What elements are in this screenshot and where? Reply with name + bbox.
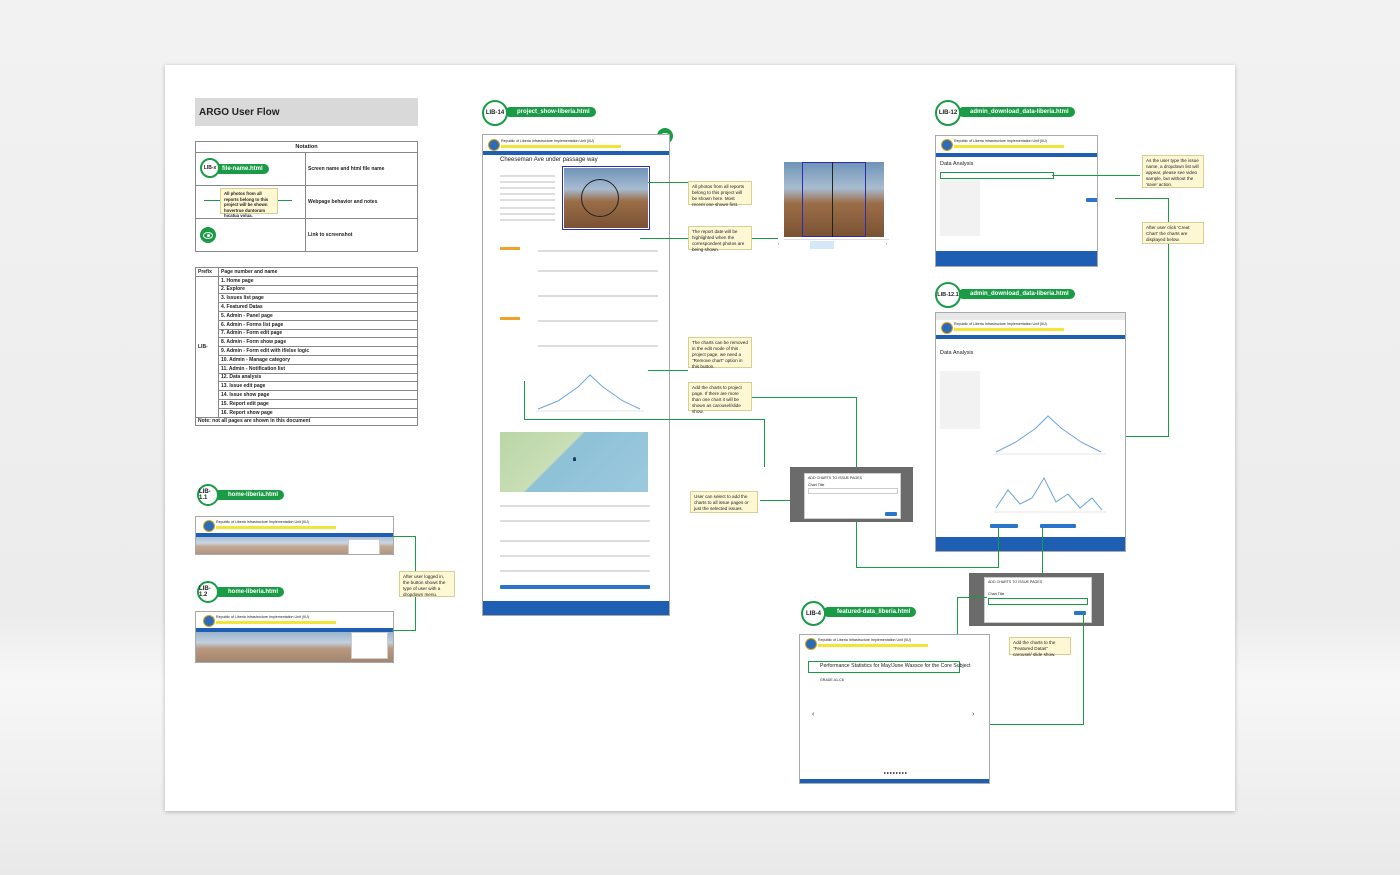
next-arrow[interactable]: › bbox=[886, 242, 887, 246]
issue-search-input[interactable] bbox=[940, 172, 1054, 179]
page-row: 2. Explore bbox=[218, 284, 418, 295]
eye-icon bbox=[200, 227, 216, 243]
carousel-prev-arrow[interactable]: ‹ bbox=[812, 711, 814, 718]
screen-code-circle: LIB-1.1 bbox=[197, 484, 219, 506]
org-name: Republic of Liberia Infrastructure Imple… bbox=[216, 520, 309, 524]
location-map[interactable] bbox=[500, 432, 648, 492]
chart-title-label: Chart Title bbox=[988, 592, 1005, 596]
logo bbox=[805, 638, 817, 650]
chart-title-label: Chart Title bbox=[808, 483, 825, 487]
page-row: 13. Issue edit page bbox=[218, 381, 418, 392]
carousel-next-arrow[interactable]: › bbox=[972, 711, 974, 718]
screen-code-circle: LIB-4 bbox=[801, 601, 826, 626]
page-row: 5. Admin - Panel page bbox=[218, 310, 418, 321]
org-name: Republic of Liberia Infrastructure Imple… bbox=[954, 322, 1047, 326]
page-row: 9. Admin - Form edit with if/else logic bbox=[218, 346, 418, 356]
chart-title-input[interactable] bbox=[808, 488, 898, 494]
page-row: 12. Data analysis bbox=[218, 372, 418, 383]
home-screenshot-2[interactable]: Republic of Liberia Infrastructure Imple… bbox=[195, 611, 394, 663]
screen-file-pill: featured-data_liberia.html bbox=[823, 607, 917, 617]
page-row: 7. Admin - Form edit page bbox=[218, 328, 418, 339]
org-name: Republic of Liberia Infrastructure Imple… bbox=[954, 139, 1047, 143]
page-row: 8. Admin - Form show page bbox=[218, 337, 418, 348]
logo bbox=[203, 615, 215, 627]
note-typeahead: As the user type the issue name, a dropd… bbox=[1142, 155, 1204, 188]
carousel-dots[interactable] bbox=[884, 772, 908, 774]
sample-note: All photos from all reports belong to th… bbox=[220, 188, 278, 218]
note-photos: All photos from all reports belong to th… bbox=[688, 181, 752, 207]
sample-code-circle: LIB-x bbox=[200, 158, 220, 178]
note-featured-carousel: Add the charts to the "Featured Datas" c… bbox=[1009, 637, 1071, 657]
data-analysis-charts-screenshot[interactable]: Republic of Liberia Infrastructure Imple… bbox=[935, 312, 1126, 552]
project-title: Cheeseman Ave under passage way bbox=[500, 157, 598, 163]
page-row: 6. Admin - Forms list page bbox=[218, 319, 418, 330]
dialog-title: ADD CHARTS TO ISSUE PAGES bbox=[808, 476, 863, 480]
screen-file-pill: admin_download_data-liberia.html bbox=[958, 107, 1075, 117]
notation-desc-1: Screen name and html file name bbox=[305, 152, 418, 186]
page-row: 15. Report edit page bbox=[218, 398, 418, 409]
screen-code-circle: LIB-12 bbox=[935, 100, 961, 126]
page-header: Page number and name bbox=[218, 267, 418, 277]
prefix-header: Prefix bbox=[195, 267, 219, 277]
logo bbox=[488, 139, 500, 151]
project-show-screenshot[interactable]: Republic of Liberia Infrastructure Imple… bbox=[482, 134, 670, 616]
screen-file-pill: home-liberia.html bbox=[214, 490, 285, 500]
screen-code-circle: LIB-1.2 bbox=[197, 581, 219, 603]
page-row: 1. Home page bbox=[218, 275, 418, 286]
chart-preview-2 bbox=[994, 415, 1106, 455]
confirm-button[interactable] bbox=[885, 512, 897, 516]
page-row: 11. Admin - Notification list bbox=[218, 363, 418, 374]
home-screenshot-1[interactable]: Republic of Liberia Infrastructure Imple… bbox=[195, 516, 394, 555]
note-create-chart: After user click 'Creat Chart' the chart… bbox=[1142, 222, 1204, 244]
chart-preview-1 bbox=[536, 374, 644, 412]
notation-header: Notation bbox=[195, 141, 418, 153]
chart-title-input[interactable] bbox=[988, 598, 1088, 605]
notation-desc-3: Link to screenshot bbox=[305, 218, 418, 252]
featured-subheading: GRADE A1-C6 bbox=[820, 678, 844, 682]
screen-code-circle: LIB-14 bbox=[482, 100, 508, 126]
logo bbox=[941, 322, 953, 334]
notation-table: Notation file-name.html LIB-x Screen nam… bbox=[195, 141, 418, 252]
data-analysis-screenshot[interactable]: Republic of Liberia Infrastructure Imple… bbox=[935, 135, 1098, 267]
org-name: Republic of Liberia Infrastructure Imple… bbox=[216, 615, 309, 619]
screen-file-pill: project_show-liberia.html bbox=[505, 107, 596, 117]
prev-arrow[interactable]: ‹ bbox=[778, 242, 779, 246]
note-user-dropdown: After user logged in, the button shows t… bbox=[399, 571, 455, 597]
screen-file-pill: admin_download_data-liberia.html bbox=[958, 289, 1075, 299]
add-charts-dialog-1: ADD CHARTS TO ISSUE PAGES Chart Title bbox=[790, 467, 913, 522]
page-row: 16. Report show page bbox=[218, 407, 418, 418]
page-row: 14. Issue show page bbox=[218, 390, 418, 400]
confirm-button[interactable] bbox=[1074, 611, 1086, 615]
note-select-issues: User can select to add the charts to all… bbox=[690, 491, 758, 513]
featured-data-screenshot[interactable]: Republic of Liberia Infrastructure Imple… bbox=[799, 634, 990, 784]
org-name: Republic of Liberia Infrastructure Imple… bbox=[501, 139, 594, 143]
note-remove-chart: The charts can be removed in the edit mo… bbox=[688, 337, 752, 369]
note-report-date: The report date will be highlighted when… bbox=[688, 226, 752, 252]
logo bbox=[203, 520, 215, 532]
prefix-value: LIB- bbox=[195, 275, 219, 418]
pages-footnote: Note: not all pages are shown in this do… bbox=[195, 416, 418, 427]
screen-file-pill: home-liberia.html bbox=[214, 587, 285, 597]
data-analysis-title: Data Analysis bbox=[940, 161, 974, 167]
page-title: ARGO User Flow bbox=[195, 98, 418, 126]
featured-heading: Performance Statistics for May/June Wass… bbox=[820, 663, 971, 669]
page-row: 3. Issues list page bbox=[218, 293, 418, 304]
screen-code-circle: LIB-12.1 bbox=[935, 282, 961, 308]
pages-table: Prefix Page number and name LIB- 1. Home… bbox=[195, 267, 418, 427]
page-row: 10. Admin - Manage category bbox=[218, 354, 418, 365]
logo bbox=[941, 139, 953, 151]
data-analysis-title: Data Analysis bbox=[940, 350, 974, 356]
dialog-title: ADD CHARTS TO ISSUE PAGES bbox=[988, 580, 1043, 584]
notation-desc-2: Webpage behavior and notes bbox=[305, 185, 418, 219]
chart-preview-3 bbox=[994, 476, 1106, 513]
org-name: Republic of Liberia Infrastructure Imple… bbox=[818, 638, 911, 642]
note-add-charts: Add the charts to project page. If there… bbox=[688, 382, 752, 414]
page-row: 4. Featured Datas bbox=[218, 302, 418, 312]
